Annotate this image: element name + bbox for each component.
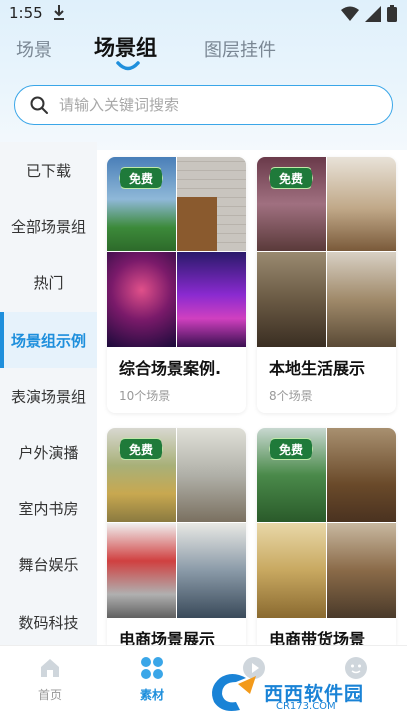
sidebar-item-performance[interactable]: 表演场景组 (0, 368, 97, 424)
search-bar[interactable] (14, 85, 393, 125)
sidebar-item-all-groups[interactable]: 全部场景组 (0, 198, 97, 254)
free-badge: 免费 (119, 167, 163, 189)
watermark-domain: CR173.COM (276, 701, 336, 712)
status-time: 1:55 (9, 4, 43, 22)
nav-home[interactable]: 首页 (20, 656, 80, 703)
free-badge: 免费 (269, 167, 313, 189)
tab-bar: 场景 场景组 图层挂件 (0, 30, 407, 74)
card-title: 电商场景展示 (119, 630, 216, 645)
sidebar-item-stage[interactable]: 舞台娱乐 (0, 536, 97, 592)
nav-label: 首页 (37, 688, 62, 702)
sidebar-item-label: 数码科技 (18, 613, 79, 632)
sidebar-item-label: 场景组示例 (10, 331, 86, 350)
scene-group-card[interactable]: 免费 电商带货场景 (257, 428, 396, 645)
sidebar-item-label: 全部场景组 (10, 217, 86, 236)
scene-group-card[interactable]: 免费 电商场景展示 (107, 428, 246, 645)
sidebar-item-study-room[interactable]: 室内书房 (0, 480, 97, 536)
nav-materials[interactable]: 素材 (122, 656, 182, 703)
card-title: 电商带货场景 (269, 630, 366, 645)
card-title: 综合场景案例. (119, 359, 222, 378)
sidebar-item-label: 室内书房 (18, 499, 79, 518)
download-icon (54, 5, 64, 20)
site-watermark: C 西西软件园 CR173.COM (206, 668, 402, 716)
nav-label: 素材 (139, 688, 164, 702)
grid-icon (141, 657, 163, 679)
tab-layer-widgets[interactable]: 图层挂件 (204, 36, 276, 62)
search-input[interactable] (59, 96, 359, 114)
tab-scenes[interactable]: 场景 (16, 36, 52, 62)
battery-icon (387, 5, 397, 22)
status-bar: 1:55 (0, 0, 407, 28)
signal-icon (365, 5, 381, 22)
card-title: 本地生活展示 (269, 359, 366, 378)
tab-scene-groups[interactable]: 场景组 (94, 32, 157, 62)
category-sidebar: 已下载 全部场景组 热门 场景组示例 表演场景组 户外演播 室内书房 舞台娱乐 … (0, 142, 97, 645)
scene-group-card[interactable]: 免费 综合场景案例. 10个场景 (107, 157, 246, 413)
sidebar-item-label: 表演场景组 (10, 387, 86, 406)
active-tab-indicator (116, 61, 140, 71)
free-badge: 免费 (119, 438, 163, 460)
card-scene-count: 8个场景 (269, 389, 313, 403)
sidebar-item-label: 已下载 (25, 161, 71, 180)
wifi-icon (341, 6, 359, 21)
home-icon (41, 659, 59, 677)
watermark-logo: C (206, 670, 260, 714)
card-scene-count: 10个场景 (119, 389, 171, 403)
sidebar-item-group-examples[interactable]: 场景组示例 (0, 312, 97, 368)
sidebar-item-label: 热门 (33, 273, 64, 292)
sidebar-item-label: 户外演播 (18, 443, 79, 462)
sidebar-item-downloaded[interactable]: 已下载 (0, 142, 97, 198)
sidebar-item-digital-tech[interactable]: 数码科技 (0, 594, 97, 650)
scene-group-card[interactable]: 免费 本地生活展示 8个场景 (257, 157, 396, 413)
free-badge: 免费 (269, 438, 313, 460)
sidebar-item-label: 舞台娱乐 (18, 555, 79, 574)
sidebar-item-outdoor[interactable]: 户外演播 (0, 424, 97, 480)
sidebar-item-hot[interactable]: 热门 (0, 254, 97, 310)
search-icon (30, 96, 48, 114)
